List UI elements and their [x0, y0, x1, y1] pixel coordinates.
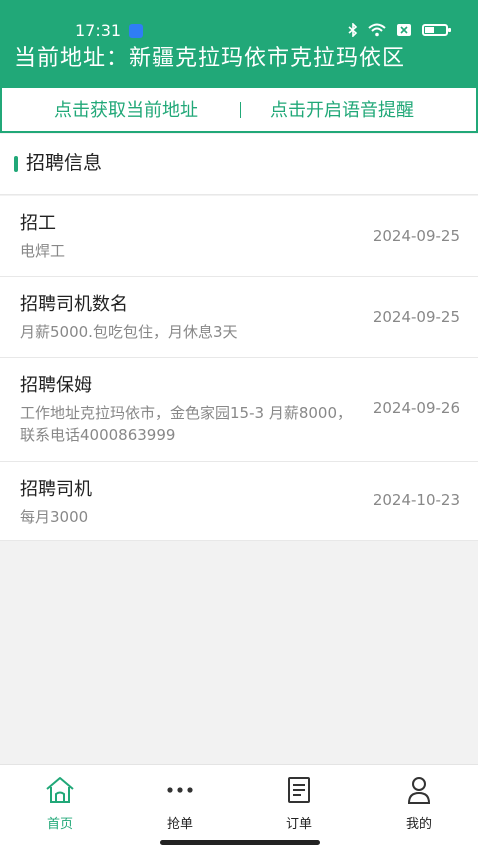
- sim-icon: [397, 24, 411, 36]
- job-date: 2024-10-23: [372, 491, 460, 509]
- home-indicator: [160, 840, 320, 845]
- status-icons: [348, 23, 451, 37]
- job-title: 招聘保姆: [20, 375, 92, 396]
- tab-label: 首页: [46, 817, 73, 832]
- status-bar: 17:31: [0, 0, 478, 40]
- notification-app-icon: [129, 24, 143, 38]
- section-title: 招聘信息: [26, 152, 103, 174]
- action-bar: 点击获取当前地址 点击开启语音提醒: [0, 88, 478, 133]
- tab-orders[interactable]: 订单: [259, 775, 339, 832]
- job-description: 工作地址克拉玛依市，金色家园15-3 月薪8000，联系电话4000863999: [20, 404, 352, 444]
- job-item[interactable]: 招工 电焊工 2024-09-25: [0, 196, 478, 277]
- tab-mine[interactable]: 我的: [379, 775, 459, 832]
- home-icon: [46, 777, 74, 803]
- job-title: 招聘司机: [20, 479, 92, 500]
- voice-alert-button[interactable]: 点击开启语音提醒: [270, 100, 414, 122]
- get-location-button[interactable]: 点击获取当前地址: [54, 100, 198, 122]
- section-accent-bar: [14, 156, 18, 172]
- job-title: 招聘司机数名: [20, 294, 128, 315]
- tab-label: 我的: [405, 817, 432, 832]
- tab-home[interactable]: 首页: [20, 775, 100, 832]
- bottom-tab-bar: 首页 抢单 订单 我的: [0, 764, 478, 851]
- job-title: 招工: [20, 213, 56, 234]
- user-icon: [407, 777, 431, 804]
- job-description: 月薪5000.包吃包住，月休息3天: [20, 323, 238, 341]
- job-item[interactable]: 招聘司机 每月3000 2024-10-23: [0, 462, 478, 541]
- more-dots-icon: [167, 787, 193, 793]
- job-date: 2024-09-25: [372, 308, 460, 326]
- document-icon: [288, 777, 310, 803]
- job-date: 2024-09-26: [372, 399, 460, 417]
- job-description: 每月3000: [20, 508, 89, 526]
- job-date: 2024-09-25: [372, 227, 460, 245]
- section-header: 招聘信息: [0, 134, 478, 195]
- tab-label: 订单: [285, 817, 312, 832]
- bluetooth-icon: [348, 23, 358, 37]
- job-item[interactable]: 招聘司机数名 月薪5000.包吃包住，月休息3天 2024-09-25: [0, 277, 478, 358]
- job-list: 招工 电焊工 2024-09-25 招聘司机数名 月薪5000.包吃包住，月休息…: [0, 196, 478, 541]
- page-title: 当前地址：新疆克拉玛依市克拉玛依区: [14, 46, 406, 71]
- job-item[interactable]: 招聘保姆 工作地址克拉玛依市，金色家园15-3 月薪8000，联系电话40008…: [0, 358, 478, 462]
- tab-grab-order[interactable]: 抢单: [140, 775, 220, 832]
- header: 17:31 当前地址：新疆克拉玛依市克拉玛依区: [0, 0, 478, 88]
- wifi-icon: [368, 23, 386, 37]
- action-divider: [240, 102, 241, 118]
- status-time: 17:31: [75, 21, 122, 40]
- job-description: 电焊工: [20, 242, 66, 260]
- battery-icon: [422, 24, 451, 36]
- tab-label: 抢单: [166, 817, 193, 832]
